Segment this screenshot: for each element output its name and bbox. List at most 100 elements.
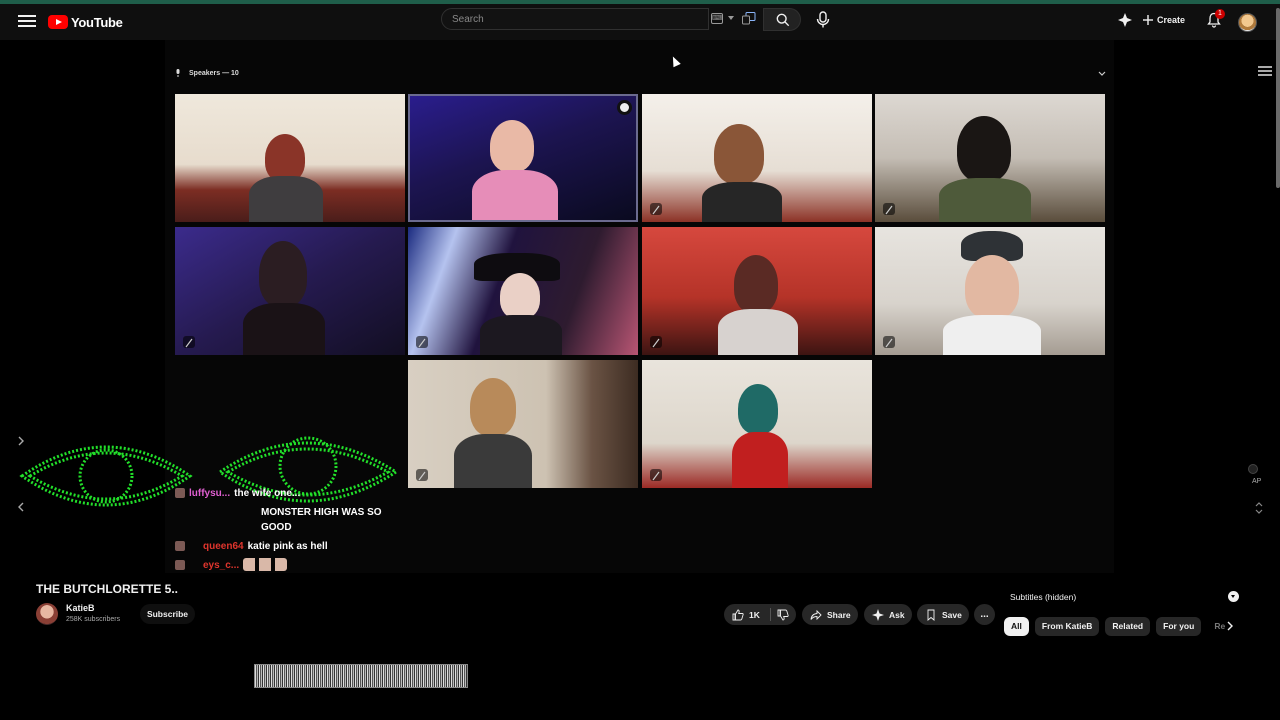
- chat-avatar: [175, 488, 185, 498]
- chevron-left-icon[interactable]: [17, 502, 25, 512]
- chevron-down-icon[interactable]: [1098, 71, 1106, 77]
- speaker-tile-2[interactable]: [408, 94, 638, 222]
- chevron-down-icon[interactable]: [1228, 591, 1239, 602]
- share-arrow-icon: [810, 609, 822, 620]
- speaker-tile-3[interactable]: [642, 94, 872, 222]
- overlay-label: AP: [1252, 478, 1262, 485]
- static-noise-bar: [254, 664, 468, 688]
- chevron-right-icon[interactable]: [1226, 621, 1234, 631]
- search-button[interactable]: [763, 8, 801, 31]
- chat-message: eys_c...: [175, 558, 405, 573]
- participant-figure: [714, 124, 764, 184]
- input-tools-caret-icon[interactable]: [728, 16, 734, 20]
- chat-message: queen64 katie pink as hell: [175, 539, 405, 554]
- save-label: Save: [942, 609, 962, 620]
- chat-text: MONSTER HIGH WAS SO GOOD: [261, 507, 382, 533]
- page-scrollbar[interactable]: [1276, 8, 1280, 188]
- chat-overlay: luffysu... the wife one... MONSTER HIGH …: [175, 486, 405, 577]
- side-menu-icon[interactable]: [1258, 66, 1272, 76]
- create-button[interactable]: Create: [1143, 12, 1185, 28]
- participant-figure: [500, 273, 540, 319]
- logo-text: YouTube: [71, 14, 123, 30]
- speaker-tile-9[interactable]: [408, 360, 638, 488]
- bookmark-icon: [927, 609, 935, 621]
- search-box[interactable]: [441, 8, 709, 30]
- account-avatar[interactable]: [1238, 13, 1257, 32]
- plus-icon: [1143, 15, 1153, 25]
- participant-figure: [265, 134, 305, 182]
- dislike-button[interactable]: [771, 609, 789, 621]
- muted-mic-icon: [650, 336, 662, 348]
- muted-mic-icon: [650, 203, 662, 215]
- participant-figure: [480, 315, 562, 355]
- chat-avatar: [175, 541, 185, 551]
- expand-collapse-icon[interactable]: [1254, 500, 1264, 516]
- create-label: Create: [1157, 15, 1186, 25]
- ask-button[interactable]: Ask: [864, 604, 912, 625]
- chip-for-you[interactable]: For you: [1156, 617, 1202, 636]
- chip-recent[interactable]: Re: [1207, 617, 1227, 636]
- chat-message: MONSTER HIGH WAS SO GOOD: [175, 505, 405, 535]
- share-button[interactable]: Share: [802, 604, 858, 625]
- chat-username: eys_c...: [203, 560, 240, 571]
- participant-figure: [702, 182, 782, 222]
- pinned-speaker-icon[interactable]: [617, 100, 632, 115]
- subscriber-count: 258K subscribers: [66, 616, 121, 623]
- share-label: Share: [827, 609, 851, 620]
- gemini-spark-icon[interactable]: [1118, 13, 1132, 27]
- speakers-header: Speakers — 10: [175, 69, 239, 77]
- participant-figure: [470, 378, 516, 436]
- speaker-tile-6[interactable]: [408, 227, 638, 355]
- muted-mic-icon: [883, 336, 895, 348]
- save-button[interactable]: Save: [917, 604, 969, 625]
- speaker-tile-7[interactable]: [642, 227, 872, 355]
- participant-figure: [490, 120, 534, 172]
- notification-badge: 1: [1215, 9, 1225, 19]
- speaker-tile-8[interactable]: [875, 227, 1105, 355]
- search-icon: [776, 13, 790, 27]
- like-count: 1K: [749, 609, 760, 620]
- speaker-tile-10[interactable]: [642, 360, 872, 488]
- like-button[interactable]: 1K: [724, 608, 771, 621]
- speaker-tile-4[interactable]: [875, 94, 1105, 222]
- mic-icon: [176, 69, 180, 77]
- muted-mic-icon: [183, 336, 195, 348]
- chip-related[interactable]: Related: [1105, 617, 1151, 636]
- chip-from-channel[interactable]: From KatieB: [1034, 617, 1100, 636]
- participant-figure: [734, 255, 778, 313]
- participant-figure: [472, 170, 558, 220]
- participant-figure: [738, 384, 778, 434]
- hamburger-menu-icon[interactable]: [16, 12, 38, 32]
- speaker-tile-1[interactable]: [175, 94, 405, 222]
- participant-figure: [939, 178, 1031, 222]
- speaker-tile-5[interactable]: [175, 227, 405, 355]
- subtitles-label: Subtitles (hidden): [1010, 592, 1077, 602]
- chevron-right-icon[interactable]: [17, 436, 25, 446]
- youtube-play-icon: [48, 15, 68, 29]
- channel-name[interactable]: KatieB: [66, 603, 95, 613]
- translate-icon[interactable]: [742, 12, 756, 25]
- subtitles-panel-header[interactable]: Subtitles (hidden): [1004, 587, 1244, 607]
- keyboard-icon[interactable]: ⌨: [711, 13, 723, 24]
- subscribe-button[interactable]: Subscribe: [140, 604, 195, 624]
- participant-figure: [943, 315, 1041, 355]
- more-actions-button[interactable]: ...: [974, 604, 995, 625]
- voice-search-mic-icon[interactable]: [814, 10, 832, 30]
- channel-avatar[interactable]: [36, 603, 58, 625]
- ask-label: Ask: [889, 609, 905, 620]
- participant-figure: [243, 303, 325, 355]
- muted-mic-icon: [416, 336, 428, 348]
- youtube-logo[interactable]: YouTube: [48, 13, 123, 31]
- chip-all[interactable]: All: [1004, 617, 1029, 636]
- search-input[interactable]: [442, 9, 692, 30]
- emote-icon: [243, 558, 288, 571]
- chat-message: luffysu... the wife one...: [175, 486, 405, 501]
- muted-mic-icon: [883, 203, 895, 215]
- speakers-label: Speakers — 10: [189, 69, 239, 77]
- overlay-toggle[interactable]: [1248, 464, 1258, 474]
- related-filter-chips: All From KatieB Related For you Re: [1004, 617, 1227, 636]
- participant-figure: [249, 176, 323, 222]
- chat-username: queen64: [203, 541, 244, 552]
- chat-username: [175, 505, 257, 520]
- participant-figure: [454, 434, 532, 488]
